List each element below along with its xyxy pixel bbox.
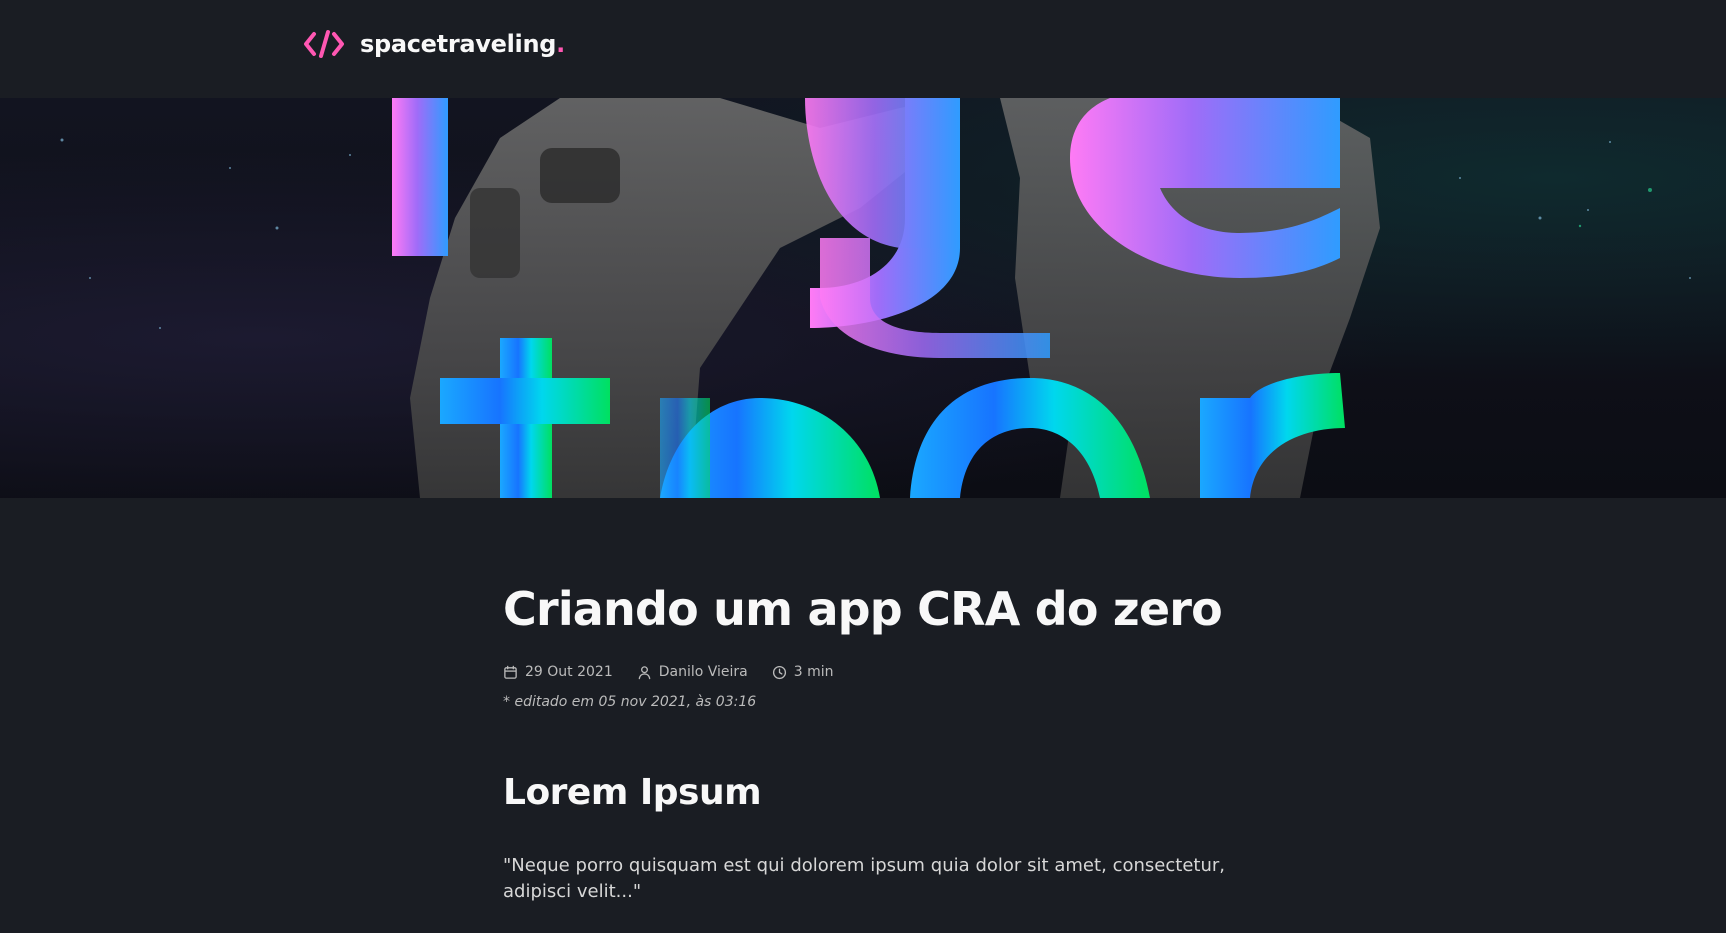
logo-text: spacetraveling.	[360, 30, 565, 58]
section-heading: Lorem Ipsum	[503, 772, 762, 813]
user-icon	[638, 665, 651, 679]
post-reading-time-text: 3 min	[793, 664, 834, 680]
banner-artwork	[60, 98, 1691, 498]
logo-link[interactable]: spacetraveling.	[303, 26, 565, 62]
post-author-text: Danilo Vieira	[658, 664, 748, 680]
post-title: Criando um app CRA do zero	[503, 582, 1223, 636]
post-meta: 29 Out 2021 Danilo Vieira 3 min	[503, 662, 1225, 682]
site-header: spacetraveling.	[0, 0, 1726, 98]
post-banner-image	[0, 98, 1726, 498]
post-reading-time: 3 min	[772, 664, 834, 680]
post-date: 29 Out 2021	[503, 664, 613, 680]
code-brackets-icon	[304, 30, 344, 58]
clock-icon	[772, 665, 786, 679]
section-paragraph: "Neque porro quisquam est qui dolorem ip…	[503, 855, 1225, 902]
post-author: Danilo Vieira	[637, 664, 748, 680]
post-date-text: 29 Out 2021	[525, 664, 613, 680]
calendar-icon	[504, 665, 517, 679]
post-content: Criando um app CRA do zero 29 Out 2021 D…	[503, 578, 1225, 905]
logo-dot: .	[556, 30, 565, 58]
post-edited-note: * editado em 05 nov 2021, às 03:16	[503, 694, 757, 710]
